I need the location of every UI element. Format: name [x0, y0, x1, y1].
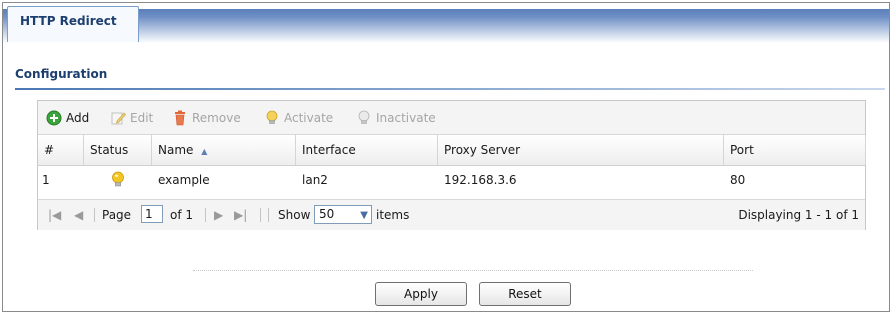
inactivate-label: Inactivate — [376, 111, 436, 125]
bulb-on-icon — [110, 171, 126, 199]
page-number-input[interactable]: 1 — [141, 205, 163, 223]
remove-button[interactable]: Remove — [172, 110, 241, 126]
pager-separator — [94, 208, 95, 222]
table-header: # Status Name ▲ Interface Proxy Server P… — [38, 135, 866, 166]
column-header-index[interactable]: # — [38, 135, 84, 165]
show-label: Show — [278, 208, 311, 222]
trash-icon — [172, 110, 188, 126]
tab-http-redirect[interactable]: HTTP Redirect — [7, 6, 139, 42]
reset-button[interactable]: Reset — [479, 282, 571, 306]
edit-icon — [110, 110, 126, 126]
http-redirect-window: HTTP Redirect Configuration Add Edit Rem… — [2, 2, 890, 312]
add-label: Add — [66, 111, 90, 125]
column-header-name[interactable]: Name ▲ — [152, 135, 296, 165]
add-button[interactable]: Add — [46, 110, 89, 126]
row-interface: lan2 — [302, 173, 328, 187]
page-label: Page — [102, 208, 132, 222]
displaying-count: Displaying 1 - 1 of 1 — [738, 208, 859, 222]
items-label: items — [376, 208, 410, 222]
row-proxy-server: 192.168.3.6 — [444, 173, 517, 187]
inactivate-button[interactable]: Inactivate — [356, 110, 436, 126]
tab-bar: HTTP Redirect — [3, 3, 889, 43]
activate-button[interactable]: Activate — [264, 110, 333, 126]
pager-separator — [260, 208, 261, 222]
page-size-value: 50 — [319, 207, 335, 221]
bulb-off-icon — [356, 110, 372, 126]
pager-separator — [268, 208, 269, 222]
next-page-icon[interactable]: ▶ — [214, 200, 223, 230]
bulb-on-icon — [264, 110, 280, 126]
add-icon — [46, 110, 62, 126]
column-header-name-label: Name — [158, 143, 194, 157]
column-header-proxy-server[interactable]: Proxy Server — [438, 135, 724, 165]
last-page-icon[interactable]: ▶| — [234, 200, 247, 230]
pagination-bar: |◀ ◀ Page 1 of 1 ▶ ▶| Show 50 ▼ items Di… — [38, 199, 865, 230]
section-divider — [15, 88, 885, 90]
chevron-down-icon: ▼ — [360, 210, 368, 221]
row-name: example — [158, 173, 210, 187]
first-page-icon[interactable]: |◀ — [48, 200, 61, 230]
button-divider — [193, 270, 753, 271]
table-row[interactable]: 1 example lan2 192.168.3.6 80 — [38, 166, 865, 194]
section-title: Configuration — [15, 67, 108, 81]
activate-label: Activate — [284, 111, 334, 125]
row-status — [84, 166, 152, 194]
previous-page-icon[interactable]: ◀ — [74, 200, 83, 230]
remove-label: Remove — [192, 111, 241, 125]
sort-ascending-icon: ▲ — [201, 147, 208, 156]
column-header-interface[interactable]: Interface — [296, 135, 438, 165]
column-header-status[interactable]: Status — [84, 135, 152, 165]
toolbar: Add Edit Remove Activate Inactivate — [38, 101, 865, 135]
pager-separator — [205, 208, 206, 222]
edit-label: Edit — [130, 111, 154, 125]
tab-label: HTTP Redirect — [20, 14, 117, 28]
page-size-select[interactable]: 50 ▼ — [314, 205, 372, 224]
row-port: 80 — [730, 173, 746, 187]
column-header-port[interactable]: Port — [724, 135, 866, 165]
redirect-table-panel: Add Edit Remove Activate Inactivate # St… — [37, 100, 866, 230]
edit-button[interactable]: Edit — [110, 110, 153, 126]
page-count-label: of 1 — [170, 208, 194, 222]
row-index: 1 — [42, 173, 50, 187]
apply-button[interactable]: Apply — [375, 282, 467, 306]
